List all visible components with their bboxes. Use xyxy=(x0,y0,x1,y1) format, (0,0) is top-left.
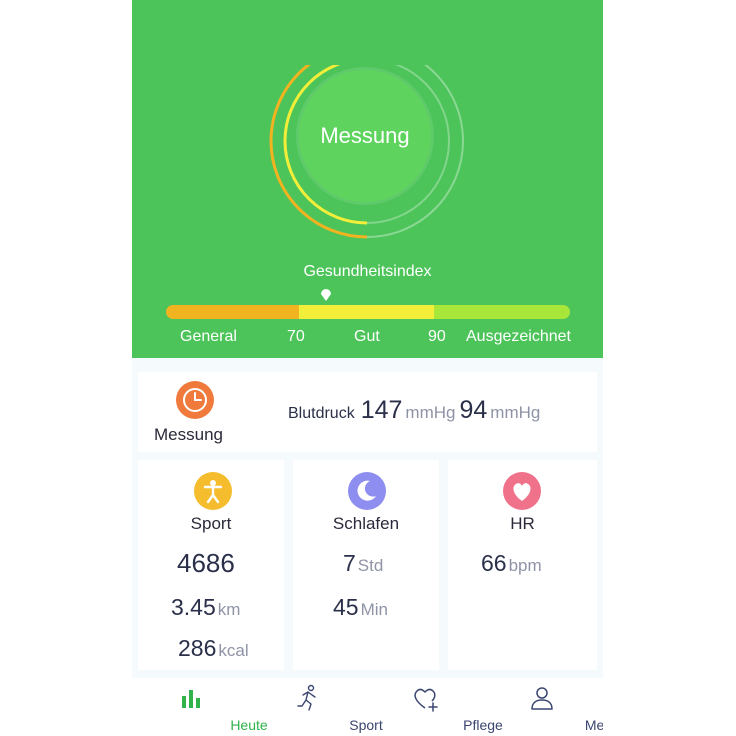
steps-value: 4686 xyxy=(177,548,235,578)
app-screen: Messung Gesundheitsindex General 70 Gut … xyxy=(132,0,603,736)
scale-segment-general xyxy=(166,305,299,319)
nav-item-pflege[interactable]: Pflege xyxy=(366,678,503,736)
systolic-unit: mmHg xyxy=(405,403,456,422)
scale-label-general: General xyxy=(180,328,237,345)
heart-rate-card[interactable]: HR 66 bpm xyxy=(448,460,597,670)
bottom-navigation: Heute Sport Pflege Mein xyxy=(132,678,603,736)
measure-label: Messung xyxy=(154,425,223,444)
health-index-label: Gesundheitsindex xyxy=(303,263,432,280)
clock-icon xyxy=(176,381,214,419)
heart-icon xyxy=(503,472,541,510)
blood-pressure-card[interactable]: Messung Blutdruck 147 mmHg 94 mmHg xyxy=(138,372,597,452)
sleep-minutes-metric: 45 Min xyxy=(333,594,388,621)
scale-segment-excellent xyxy=(434,305,570,319)
scale-label-90: 90 xyxy=(428,328,446,345)
measure-button[interactable]: Messung xyxy=(299,70,431,202)
sport-title: Sport xyxy=(190,514,232,533)
heart-rate-title: HR xyxy=(510,514,535,533)
diastolic-value: 94 xyxy=(459,396,488,424)
health-index-bar xyxy=(166,305,570,319)
scale-segment-good xyxy=(299,305,434,319)
scale-label-excellent: Ausgezeichnet xyxy=(466,328,571,345)
sleep-minutes-value: 45 xyxy=(333,594,359,620)
index-marker-icon xyxy=(321,289,331,301)
runner-icon xyxy=(297,684,316,711)
diastolic-unit: mmHg xyxy=(490,403,541,422)
nav-label-mein: Mein xyxy=(584,717,603,733)
sleep-minutes-unit: Min xyxy=(360,600,388,619)
heart-plus-icon xyxy=(414,688,438,712)
person-icon xyxy=(194,472,232,510)
scale-label-good: Gut xyxy=(354,328,380,345)
distance-value: 3.45 xyxy=(171,594,216,620)
blood-pressure-values: Blutdruck 147 mmHg 94 mmHg xyxy=(288,396,540,425)
calories-metric: 286 kcal xyxy=(178,635,249,662)
heart-rate-metric: 66 bpm xyxy=(481,550,542,577)
steps-metric: 4686 xyxy=(177,548,235,579)
distance-metric: 3.45 km xyxy=(171,594,240,621)
sleep-title: Schlafen xyxy=(332,514,400,533)
nav-item-mein[interactable]: Mein xyxy=(483,678,603,736)
bar-chart-icon xyxy=(182,690,200,708)
scale-label-70: 70 xyxy=(287,328,305,345)
distance-unit: km xyxy=(217,600,241,619)
heart-rate-value: 66 xyxy=(481,550,507,576)
sleep-hours-unit: Std xyxy=(357,556,384,575)
measure-button-label: Messung xyxy=(320,123,410,148)
sport-card[interactable]: Sport 4686 3.45 km 286 kcal xyxy=(138,460,284,670)
sleep-hours-metric: 7 Std xyxy=(343,550,383,577)
heart-rate-unit: bpm xyxy=(508,556,542,575)
sleep-card[interactable]: Schlafen 7 Std 45 Min xyxy=(293,460,439,670)
systolic-value: 147 xyxy=(360,396,403,424)
blood-pressure-name: Blutdruck xyxy=(288,405,355,422)
nav-item-sport[interactable]: Sport xyxy=(249,678,383,736)
moon-icon xyxy=(348,472,386,510)
sleep-hours-value: 7 xyxy=(343,550,356,576)
health-header: Messung Gesundheitsindex General 70 Gut … xyxy=(132,0,603,358)
user-icon xyxy=(531,687,553,710)
calories-value: 286 xyxy=(178,635,217,661)
calories-unit: kcal xyxy=(218,641,249,660)
nav-item-heute[interactable]: Heute xyxy=(132,678,268,736)
